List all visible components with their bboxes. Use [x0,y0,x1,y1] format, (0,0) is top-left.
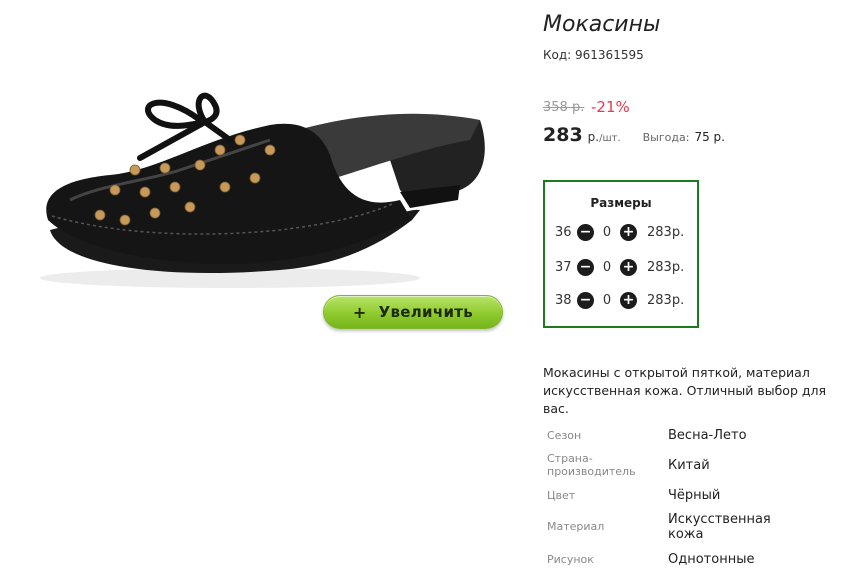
plus-icon[interactable]: + [620,223,637,241]
size-price: 283р. [647,292,685,308]
minus-icon[interactable]: − [577,223,594,241]
size-row: 38 − 0 + 283р. [555,291,684,309]
price-row: 283 р./шт. Выгода: 75 р. [543,124,725,146]
old-price: 358 р. [543,100,585,115]
size-row: 37 − 0 + 283р. [555,258,684,276]
product-image[interactable] [40,80,490,300]
sizes-title: Размеры [590,196,652,210]
plus-icon: + [352,302,367,322]
product-title: Мокасины [543,12,661,37]
spec-label: Материал [547,520,605,533]
zoom-button[interactable]: + Увеличить [323,295,503,329]
spec-label: Цвет [547,489,576,502]
discount-badge: -21% [591,98,630,116]
plus-icon[interactable]: + [620,258,637,276]
plus-icon[interactable]: + [620,291,637,309]
size-value: 38 [555,292,572,308]
quantity-value[interactable]: 0 [594,293,620,308]
spec-value: Китай [668,458,710,473]
product-code: Код: 961361595 [543,48,644,62]
size-price: 283р. [647,224,685,240]
size-row: 36 − 0 + 283р. [555,223,684,241]
current-price: 283 [543,124,583,146]
quantity-value[interactable]: 0 [594,260,620,275]
spec-value: Искусственная кожа [668,512,771,542]
spec-value: Однотонные [668,552,755,567]
spec-label: Страна-производитель [547,452,636,478]
sizes-panel: Размеры 36 − 0 + 283р. 37 − 0 + 283р. 38… [543,180,699,328]
minus-icon[interactable]: − [577,291,594,309]
benefit-value: 75 р. [694,130,725,144]
size-value: 37 [555,259,572,275]
benefit-label: Выгода: [642,131,690,144]
zoom-button-label: Увеличить [378,303,474,321]
spec-label: Сезон [547,429,582,442]
quantity-value[interactable]: 0 [594,225,620,240]
spec-label: Рисунок [547,553,594,566]
spec-value: Весна-Лето [668,428,747,443]
size-price: 283р. [647,259,685,275]
size-value: 36 [555,224,572,240]
product-description: Мокасины с открытой пяткой, материал иск… [543,365,827,416]
spec-value: Чёрный [668,488,721,503]
minus-icon[interactable]: − [577,258,594,276]
price-currency: р./шт. [587,130,621,144]
